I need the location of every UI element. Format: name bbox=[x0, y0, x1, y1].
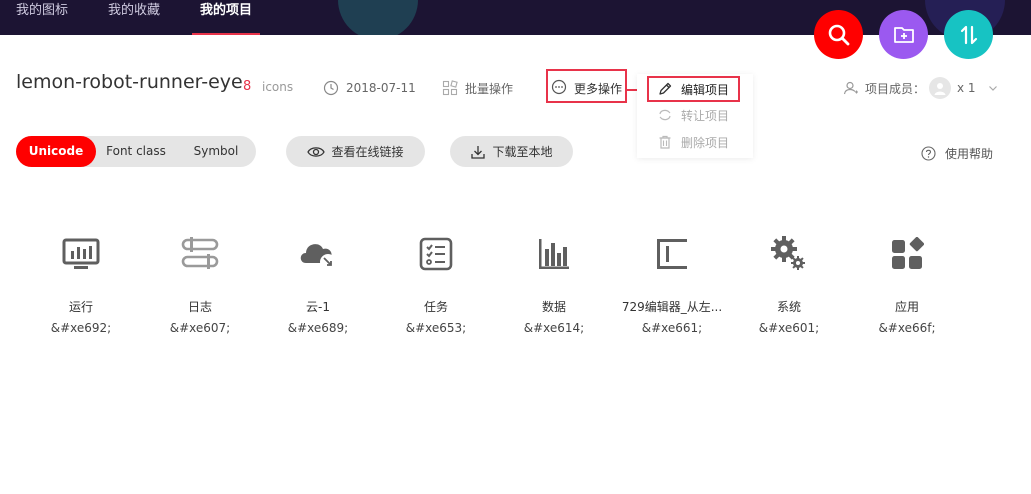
icon-name: 系统 bbox=[776, 300, 801, 314]
icon-code: &#xe653; bbox=[405, 321, 467, 335]
nav-my-favorites[interactable]: 我的收藏 bbox=[108, 0, 160, 35]
cloud-icon bbox=[300, 244, 336, 270]
apps-icon bbox=[892, 237, 924, 269]
more-dots-icon bbox=[551, 79, 567, 95]
help-label: 使用帮助 bbox=[945, 146, 994, 161]
folder-add-icon bbox=[893, 26, 914, 43]
project-date: 2018-07-11 bbox=[323, 78, 416, 98]
help-link[interactable]: 使用帮助 bbox=[921, 145, 993, 161]
menu-delete-project[interactable]: 删除项目 bbox=[657, 133, 729, 151]
project-title: lemon-robot-runner-eye bbox=[16, 71, 243, 93]
search-button[interactable] bbox=[814, 10, 863, 59]
menu-delete-project-label: 删除项目 bbox=[681, 135, 730, 150]
batch-operation-button[interactable]: 批量操作 bbox=[442, 78, 513, 98]
download-button[interactable]: 下载至本地 bbox=[450, 136, 573, 167]
icon-code: &#xe661; bbox=[641, 321, 703, 335]
clock-icon bbox=[323, 80, 339, 96]
checklist-icon bbox=[419, 237, 453, 271]
batch-grid-icon bbox=[442, 80, 458, 96]
icon-code: &#xe601; bbox=[758, 321, 820, 335]
icon-card-system[interactable]: 系统 &#xe601; bbox=[730, 232, 848, 336]
icon-card-apps[interactable]: 应用 &#xe66f; bbox=[848, 232, 966, 336]
members-count: x 1 bbox=[957, 81, 976, 95]
decorative-glow bbox=[338, 0, 418, 35]
icon-card-task[interactable]: 任务 &#xe653; bbox=[377, 232, 495, 336]
icon-count-label: icons bbox=[262, 80, 294, 94]
pencil-icon bbox=[659, 82, 672, 95]
download-icon bbox=[471, 145, 486, 159]
icon-code: &#xe689; bbox=[287, 321, 349, 335]
icon-name: 运行 bbox=[68, 300, 93, 314]
members-label: 项目成员： bbox=[865, 81, 926, 96]
trash-icon bbox=[659, 135, 671, 149]
gears-icon bbox=[771, 236, 805, 270]
icon-name: 日志 bbox=[187, 300, 212, 314]
search-icon bbox=[828, 24, 849, 45]
avatar bbox=[929, 77, 952, 99]
code-type-switch: Unicode Font class Symbol bbox=[16, 136, 256, 167]
view-online-link-label: 查看在线链接 bbox=[331, 145, 404, 159]
log-sliders-icon bbox=[181, 237, 219, 269]
icon-name: 应用 bbox=[894, 300, 919, 314]
bar-chart-icon bbox=[539, 239, 569, 269]
icon-code: &#xe692; bbox=[50, 321, 112, 335]
icon-name: 任务 bbox=[423, 300, 448, 314]
question-circle-icon bbox=[921, 145, 936, 161]
sort-button[interactable] bbox=[944, 10, 993, 59]
user-icon bbox=[843, 81, 858, 95]
more-operations-button[interactable]: 更多操作 bbox=[574, 80, 622, 97]
icon-count: 8 bbox=[243, 79, 252, 94]
icon-code: &#xe614; bbox=[523, 321, 585, 335]
icon-name: 云-1 bbox=[306, 300, 330, 314]
nav-my-icons[interactable]: 我的图标 bbox=[16, 0, 68, 35]
tab-unicode[interactable]: Unicode bbox=[16, 136, 96, 167]
view-online-link-button[interactable]: 查看在线链接 bbox=[286, 136, 425, 167]
chevron-down-icon bbox=[988, 86, 997, 91]
icon-name: 数据 bbox=[541, 300, 566, 314]
icon-code: &#xe607; bbox=[169, 321, 231, 335]
icon-card-log[interactable]: 日志 &#xe607; bbox=[141, 232, 259, 336]
menu-transfer-project-label: 转让项目 bbox=[681, 108, 730, 123]
icon-name: 729编辑器_从左... bbox=[621, 300, 723, 314]
avatar-person-icon bbox=[934, 83, 946, 95]
menu-transfer-project[interactable]: 转让项目 bbox=[657, 106, 729, 124]
new-folder-button[interactable] bbox=[879, 10, 928, 59]
monitor-chart-icon bbox=[62, 238, 100, 269]
download-label: 下载至本地 bbox=[492, 145, 553, 159]
top-nav: 我的图标 我的收藏 我的项目 bbox=[0, 0, 1031, 35]
tab-font-class[interactable]: Font class bbox=[96, 136, 176, 167]
menu-edit-project-label: 编辑项目 bbox=[681, 82, 730, 97]
icon-code: &#xe66f; bbox=[878, 321, 936, 335]
eye-icon bbox=[307, 146, 326, 157]
nav-my-projects[interactable]: 我的项目 bbox=[191, 0, 261, 35]
icon-card-data[interactable]: 数据 &#xe614; bbox=[495, 232, 613, 336]
icon-card-run[interactable]: 运行 &#xe692; bbox=[22, 232, 140, 336]
project-date-text: 2018-07-11 bbox=[346, 81, 416, 95]
project-members[interactable]: 项目成员： x 1 bbox=[843, 77, 999, 99]
tab-symbol[interactable]: Symbol bbox=[176, 136, 256, 167]
sort-arrows-icon bbox=[960, 25, 977, 44]
align-left-icon bbox=[657, 239, 687, 269]
batch-operation-label: 批量操作 bbox=[465, 81, 514, 96]
icon-card-editor-align-left[interactable]: 729编辑器_从左... &#xe661; bbox=[613, 232, 731, 336]
icon-card-cloud[interactable]: 云-1 &#xe689; bbox=[259, 232, 377, 336]
menu-edit-project[interactable]: 编辑项目 bbox=[657, 80, 729, 98]
transfer-icon bbox=[659, 109, 671, 121]
